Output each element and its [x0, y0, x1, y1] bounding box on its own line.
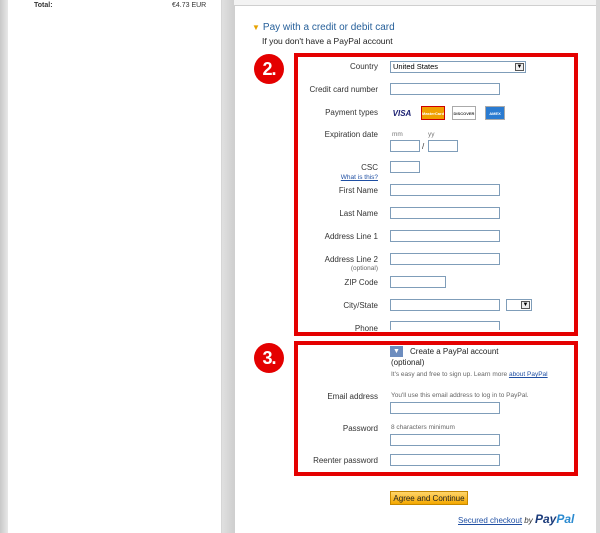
secured-by: by — [524, 516, 533, 525]
mastercard-icon: MasterCard — [421, 106, 445, 120]
csc-input[interactable] — [390, 161, 420, 173]
signup-blurb: It's easy and free to sign up. Learn mor… — [391, 371, 548, 378]
exp-month-input[interactable] — [390, 140, 420, 152]
secured-checkout: Secured checkout by PayPal — [458, 512, 574, 526]
step-3-badge: 3. — [254, 343, 284, 373]
total-label: Total: — [34, 2, 53, 9]
expiration-label: Expiration date — [324, 130, 378, 139]
paypal-logo-pay: Pay — [534, 512, 557, 526]
email-hint: You'll use this email address to log in … — [391, 392, 529, 399]
first-name-input[interactable] — [390, 184, 500, 196]
section-title[interactable]: ▼ Pay with a credit or debit card — [252, 22, 395, 33]
country-label: Country — [349, 62, 378, 71]
signup-blurb-text: It's easy and free to sign up. Learn mor… — [391, 371, 508, 378]
zip-input[interactable] — [390, 276, 446, 288]
order-summary-panel — [8, 0, 222, 533]
city-input[interactable] — [390, 299, 500, 311]
password-input[interactable] — [390, 434, 500, 446]
password-hint: 8 characters minimum — [391, 424, 455, 431]
phone-input[interactable] — [390, 321, 500, 330]
address2-label: Address Line 2 — [324, 255, 378, 264]
chevron-down-icon: ▼ — [521, 301, 530, 309]
paypal-logo: PayPal — [535, 512, 574, 526]
csc-help-link[interactable]: What is this? — [258, 174, 378, 181]
expand-triangle-icon: ▼ — [252, 23, 260, 32]
country-value: United States — [393, 62, 439, 71]
city-state-label: City/State — [343, 301, 378, 310]
top-rule — [234, 0, 596, 6]
amex-card-icon: AMEX — [485, 106, 505, 120]
create-account-title: Create a PayPal account — [410, 347, 499, 356]
card-number-label: Credit card number — [309, 85, 378, 94]
chevron-down-icon: ▼ — [515, 63, 524, 71]
total-value: €4.73 EUR — [172, 2, 207, 9]
left-gutter — [0, 0, 8, 533]
visa-card-icon: VISA — [392, 108, 412, 118]
last-name-label: Last Name — [339, 209, 378, 218]
reenter-password-input[interactable] — [390, 454, 500, 466]
address2-optional: (optional) — [350, 265, 378, 272]
card-number-input[interactable] — [390, 83, 500, 95]
right-edge — [596, 0, 600, 533]
email-input[interactable] — [390, 402, 500, 414]
exp-year-input[interactable] — [428, 140, 458, 152]
first-name-label: First Name — [338, 186, 378, 195]
section-subtitle: If you don't have a PayPal account — [262, 36, 393, 46]
collapse-toggle-icon[interactable]: ▼ — [390, 346, 403, 357]
discover-card-icon: DISCOVER — [452, 106, 476, 120]
panel-divider — [222, 0, 234, 533]
address1-input[interactable] — [390, 230, 500, 242]
last-name-input[interactable] — [390, 207, 500, 219]
password-label: Password — [342, 424, 378, 433]
create-account-optional: (optional) — [391, 358, 425, 367]
zip-label: ZIP Code — [344, 278, 378, 287]
exp-month-hint: mm — [392, 131, 403, 138]
address1-label: Address Line 1 — [324, 232, 378, 241]
section-title-text: Pay with a credit or debit card — [262, 22, 395, 33]
email-label: Email address — [327, 392, 378, 401]
exp-year-hint: yy — [428, 131, 435, 138]
about-paypal-link[interactable]: about PayPal — [509, 371, 548, 378]
csc-label: CSC — [361, 163, 378, 172]
secured-checkout-link[interactable]: Secured checkout — [458, 516, 522, 525]
reenter-password-label: Reenter password — [313, 456, 378, 465]
payment-types-label: Payment types — [325, 108, 378, 117]
exp-separator: / — [422, 142, 425, 151]
country-select[interactable]: United States ▼ — [390, 61, 526, 73]
address2-input[interactable] — [390, 253, 500, 265]
phone-label: Phone — [354, 324, 378, 333]
paypal-logo-pal: Pal — [556, 512, 575, 526]
state-select[interactable]: ▼ — [506, 299, 532, 311]
agree-continue-button[interactable]: Agree and Continue — [390, 491, 468, 505]
